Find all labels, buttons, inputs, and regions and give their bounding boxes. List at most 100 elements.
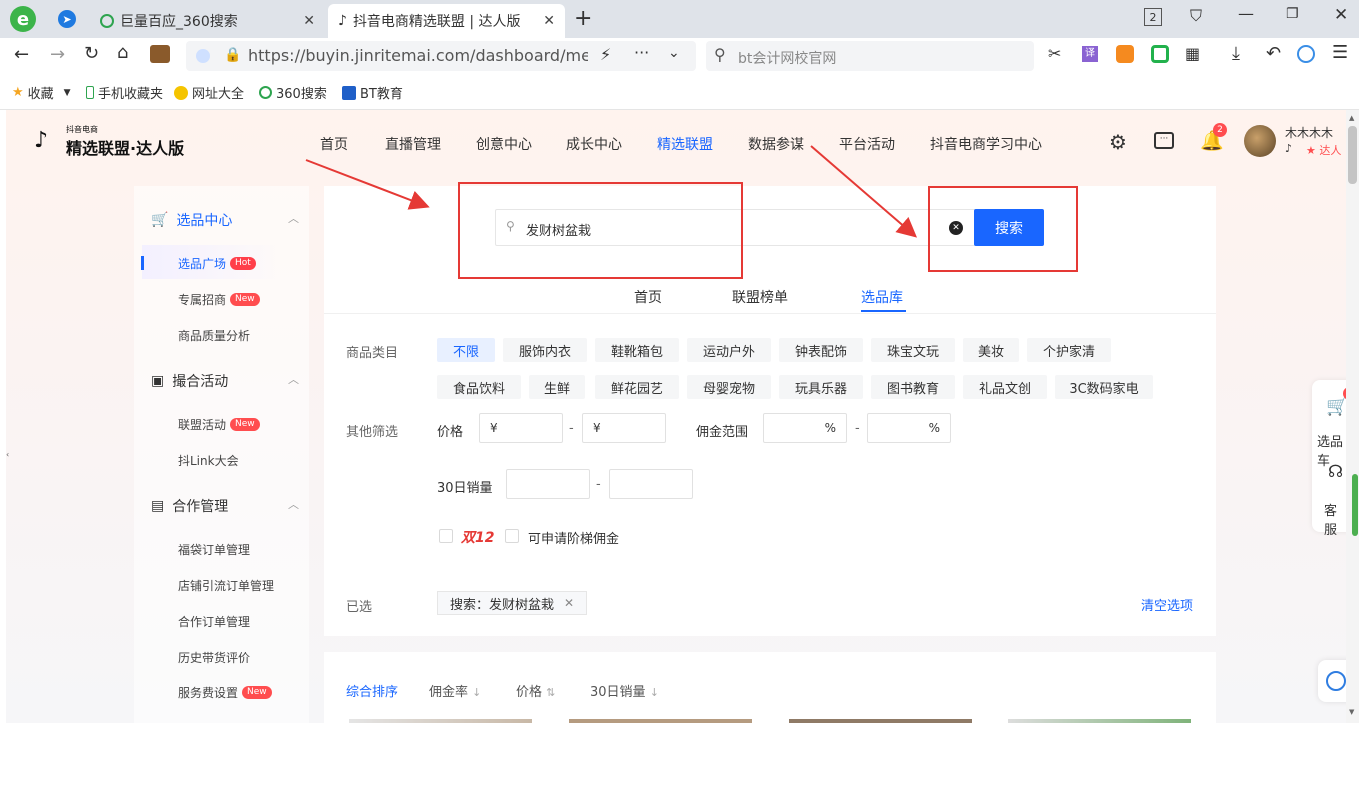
bookmark-label: 手机收藏夹: [98, 87, 164, 102]
tab-close-icon[interactable]: ✕: [303, 13, 315, 29]
bookmark-bt[interactable]: BT教育: [342, 83, 403, 102]
browser-logo-icon[interactable]: e: [10, 6, 36, 32]
refresh-widget-icon: [1326, 671, 1346, 691]
category-chip[interactable]: 生鲜: [529, 375, 585, 399]
scissors-icon[interactable]: ✂: [1048, 44, 1061, 63]
scroll-down-icon[interactable]: ▼: [1349, 708, 1354, 716]
url-box[interactable]: 🔒 https://buyin.jinritemai.com/dashboard…: [186, 41, 696, 71]
sort-sales[interactable]: 30日销量 ↓: [590, 681, 659, 700]
selected-tag-text: 搜索：发财树盆栽: [450, 597, 555, 613]
page-scrollbar[interactable]: ▲ ▼: [1346, 110, 1359, 723]
category-chip[interactable]: 图书教育: [871, 375, 955, 399]
home-icon[interactable]: ⌂: [117, 42, 128, 63]
currency-prefix: ¥: [593, 421, 601, 435]
forward-icon[interactable]: →: [50, 44, 65, 65]
category-chip[interactable]: 食品饮料: [437, 375, 521, 399]
commission-max-input[interactable]: %: [867, 413, 951, 443]
shirt-icon[interactable]: ⛉: [1190, 6, 1202, 26]
sales-max-input[interactable]: [609, 469, 693, 499]
pinned-tab-icon[interactable]: ➤: [58, 10, 76, 28]
customer-service-label[interactable]: 客服: [1324, 500, 1346, 538]
selected-tag[interactable]: 搜索：发财树盆栽 ✕: [437, 591, 588, 615]
category-chip[interactable]: 美妆: [963, 338, 1019, 362]
sort-commission[interactable]: 佣金率 ↓: [429, 681, 481, 700]
search-icon: ⚲: [714, 45, 726, 64]
category-chip[interactable]: 运动户外: [687, 338, 771, 362]
apps-grid-icon[interactable]: ▦: [1185, 44, 1200, 63]
menu-icon[interactable]: ☰: [1332, 42, 1348, 63]
restore-icon[interactable]: ❐: [1286, 6, 1299, 22]
green-extension-icon[interactable]: [1151, 45, 1169, 63]
category-chip[interactable]: 珠宝文玩: [871, 338, 955, 362]
tab-close-icon[interactable]: ✕: [543, 13, 555, 29]
bookmark-360[interactable]: 360搜索: [259, 83, 327, 102]
sync-icon[interactable]: [1297, 45, 1315, 63]
floating-widget[interactable]: [1318, 660, 1346, 702]
extension-bag-icon[interactable]: [150, 45, 170, 63]
tab-360-search[interactable]: 巨量百应_360搜索 ✕: [90, 4, 325, 38]
range-dash: -: [569, 421, 574, 436]
left-edge-caret-icon: ‹: [6, 450, 10, 459]
bookmark-favorites[interactable]: ★ 收藏 ▼: [12, 83, 71, 102]
fox-extension-icon[interactable]: [1116, 45, 1134, 63]
minimize-icon[interactable]: —: [1238, 4, 1254, 23]
category-chip[interactable]: 母婴宠物: [687, 375, 771, 399]
category-chip[interactable]: 个护家清: [1027, 338, 1111, 362]
bookmark-sites[interactable]: 网址大全: [174, 83, 244, 102]
currency-prefix: ¥: [490, 421, 498, 435]
commission-label: 佣金范围: [696, 425, 749, 440]
price-min-input[interactable]: ¥: [479, 413, 563, 443]
browser-search-box[interactable]: ⚲ bt会计网校官网: [706, 41, 1034, 71]
sort-price[interactable]: 价格 ⇅: [516, 681, 555, 700]
double12-checkbox[interactable]: [439, 529, 453, 543]
scroll-up-icon[interactable]: ▲: [1349, 114, 1354, 122]
clear-options-link[interactable]: 清空选项: [1141, 595, 1193, 614]
back-icon[interactable]: ←: [14, 44, 29, 65]
double12-logo: 双12: [461, 530, 495, 546]
site-info-icon[interactable]: [196, 49, 210, 63]
tiered-commission-label[interactable]: 可申请阶梯佣金: [528, 528, 619, 547]
undo-icon[interactable]: ↶: [1266, 43, 1281, 64]
annotation-arrow-right: [810, 145, 918, 238]
scroll-indicator: [1352, 474, 1358, 536]
selection-cart-icon[interactable]: 🛒: [1326, 396, 1346, 417]
selected-label: 已选: [346, 600, 373, 615]
url-text[interactable]: https://buyin.jinritemai.com/dashboard/m…: [248, 46, 588, 66]
lightning-icon[interactable]: ⚡: [600, 45, 611, 64]
reload-icon[interactable]: ↻: [84, 43, 99, 64]
tiered-commission-checkbox[interactable]: [505, 529, 519, 543]
more-icon[interactable]: ···: [634, 43, 649, 62]
category-chip[interactable]: 钟表配饰: [779, 338, 863, 362]
sales-min-input[interactable]: [506, 469, 590, 499]
chevron-down-icon[interactable]: ⌄: [668, 45, 680, 61]
tab-counter[interactable]: 2: [1144, 8, 1162, 26]
category-chip[interactable]: 礼品文创: [963, 375, 1047, 399]
category-chip[interactable]: 玩具乐器: [779, 375, 863, 399]
headset-icon[interactable]: ☊: [1328, 462, 1343, 482]
category-chip[interactable]: 3C数码家电: [1055, 375, 1153, 399]
star-icon: ★: [12, 85, 24, 100]
category-label: 商品类目: [346, 346, 399, 361]
percent-suffix: %: [928, 421, 940, 435]
price-max-input[interactable]: ¥: [582, 413, 666, 443]
annotation-arrows: [305, 145, 918, 238]
price-label: 价格: [437, 425, 464, 440]
bookmark-mobile[interactable]: 手机收藏夹: [86, 83, 163, 102]
new-tab-icon[interactable]: +: [574, 6, 592, 31]
translate-icon[interactable]: 译: [1082, 46, 1098, 62]
scrollbar-thumb[interactable]: [1348, 126, 1357, 184]
category-chip[interactable]: 鲜花园艺: [595, 375, 679, 399]
category-chip-all[interactable]: 不限: [437, 338, 495, 362]
tab-title: 巨量百应_360搜索: [120, 14, 238, 30]
360-icon: [259, 86, 272, 99]
category-chip[interactable]: 鞋靴箱包: [595, 338, 679, 362]
sort-label: 30日销量: [590, 685, 646, 700]
download-icon[interactable]: ⤓: [1232, 43, 1240, 64]
category-chip[interactable]: 服饰内衣: [503, 338, 587, 362]
tab-douyin-affiliate[interactable]: ♪ 抖音电商精选联盟 | 达人版 ✕: [328, 4, 565, 38]
lock-icon: 🔒: [224, 47, 242, 63]
commission-min-input[interactable]: %: [763, 413, 847, 443]
sort-comprehensive[interactable]: 综合排序: [346, 681, 398, 700]
remove-tag-icon[interactable]: ✕: [564, 596, 574, 610]
close-window-icon[interactable]: ✕: [1334, 5, 1348, 25]
